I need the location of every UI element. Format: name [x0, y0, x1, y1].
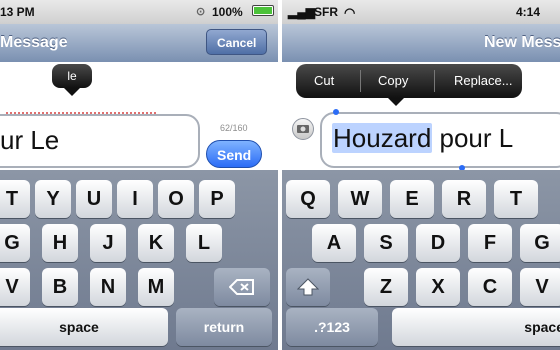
key-n[interactable]: N: [90, 268, 126, 306]
key-d[interactable]: D: [416, 224, 460, 262]
key-p[interactable]: P: [199, 180, 235, 218]
compose-area: le ur Le 62/160 Send: [0, 62, 278, 170]
menu-separator: [434, 70, 435, 92]
return-key[interactable]: return: [176, 308, 272, 346]
key-r[interactable]: R: [442, 180, 486, 218]
key-l[interactable]: L: [186, 224, 222, 262]
message-text: ur Le: [0, 125, 60, 155]
character-count: 62/160: [220, 123, 248, 133]
wifi-icon: ◠: [344, 5, 356, 20]
message-input[interactable]: ur Le: [0, 114, 200, 168]
key-g[interactable]: G: [520, 224, 560, 262]
key-s[interactable]: S: [364, 224, 408, 262]
menu-copy[interactable]: Copy: [378, 64, 408, 98]
key-h[interactable]: H: [42, 224, 78, 262]
selected-text[interactable]: Houzard: [332, 123, 433, 153]
key-t[interactable]: T: [0, 180, 30, 218]
key-i[interactable]: I: [117, 180, 153, 218]
send-button[interactable]: Send: [206, 140, 263, 168]
key-z[interactable]: Z: [364, 268, 408, 306]
key-k[interactable]: K: [138, 224, 174, 262]
compose-area: Cut Copy Replace... Houzard pour L: [282, 62, 560, 171]
key-v[interactable]: V: [520, 268, 560, 306]
key-v[interactable]: V: [0, 268, 30, 306]
key-y[interactable]: Y: [35, 180, 71, 218]
nav-title: Message: [0, 34, 68, 51]
autocorrect-suggestion[interactable]: le: [52, 64, 92, 96]
selection-handle-start[interactable]: [333, 109, 339, 115]
cancel-button[interactable]: Cancel: [206, 29, 268, 55]
key-o[interactable]: O: [158, 180, 194, 218]
message-text: pour L: [432, 123, 514, 153]
status-bar: 13 PM ⊙ 100%: [0, 0, 278, 24]
key-j[interactable]: J: [90, 224, 126, 262]
keyboard: T Y U I O P G H J K L V B N M space retu…: [0, 170, 278, 350]
shift-key[interactable]: [286, 268, 330, 306]
key-e[interactable]: E: [390, 180, 434, 218]
battery-icon: [252, 5, 274, 16]
status-time: 13 PM: [0, 5, 35, 19]
left-screenshot: 13 PM ⊙ 100% Message Cancel le ur Le 62/…: [0, 0, 278, 350]
backspace-icon: [228, 279, 254, 295]
key-u[interactable]: U: [76, 180, 112, 218]
key-f[interactable]: F: [468, 224, 512, 262]
nav-bar: Message Cancel: [0, 24, 278, 63]
key-b[interactable]: B: [42, 268, 78, 306]
key-x[interactable]: X: [416, 268, 460, 306]
battery-percent: 100%: [212, 5, 243, 19]
key-a[interactable]: A: [312, 224, 356, 262]
key-g[interactable]: G: [0, 224, 30, 262]
carrier-label: SFR: [314, 5, 338, 19]
status-bar: ▂▄▆ SFR ◠ 4:14: [282, 0, 560, 24]
menu-replace[interactable]: Replace...: [454, 64, 513, 98]
right-screenshot: ▂▄▆ SFR ◠ 4:14 New Mess Cut Copy Replace…: [282, 0, 560, 350]
backspace-key[interactable]: [214, 268, 270, 306]
space-key[interactable]: space: [0, 308, 168, 346]
key-w[interactable]: W: [338, 180, 382, 218]
key-m[interactable]: M: [138, 268, 174, 306]
alarm-icon: ⊙: [196, 6, 206, 18]
nav-title: New Mess: [484, 34, 560, 51]
message-input[interactable]: Houzard pour L: [320, 112, 560, 168]
edit-menu: Cut Copy Replace...: [296, 64, 522, 106]
camera-icon: [297, 125, 309, 133]
shift-icon: [296, 278, 320, 296]
status-time: 4:14: [516, 5, 541, 19]
space-key[interactable]: space: [392, 308, 560, 346]
camera-button[interactable]: [292, 118, 314, 140]
suggestion-text: le: [67, 69, 77, 83]
key-q[interactable]: Q: [286, 180, 330, 218]
key-c[interactable]: C: [468, 268, 512, 306]
signal-icon: ▂▄▆: [288, 5, 315, 19]
menu-cut[interactable]: Cut: [314, 64, 334, 98]
numbers-key[interactable]: .?123: [286, 308, 378, 346]
keyboard: Q W E R T A S D F G Z X C V .?123 space: [282, 170, 560, 350]
key-t[interactable]: T: [494, 180, 538, 218]
menu-separator: [360, 70, 361, 92]
nav-bar: New Mess: [282, 24, 560, 63]
